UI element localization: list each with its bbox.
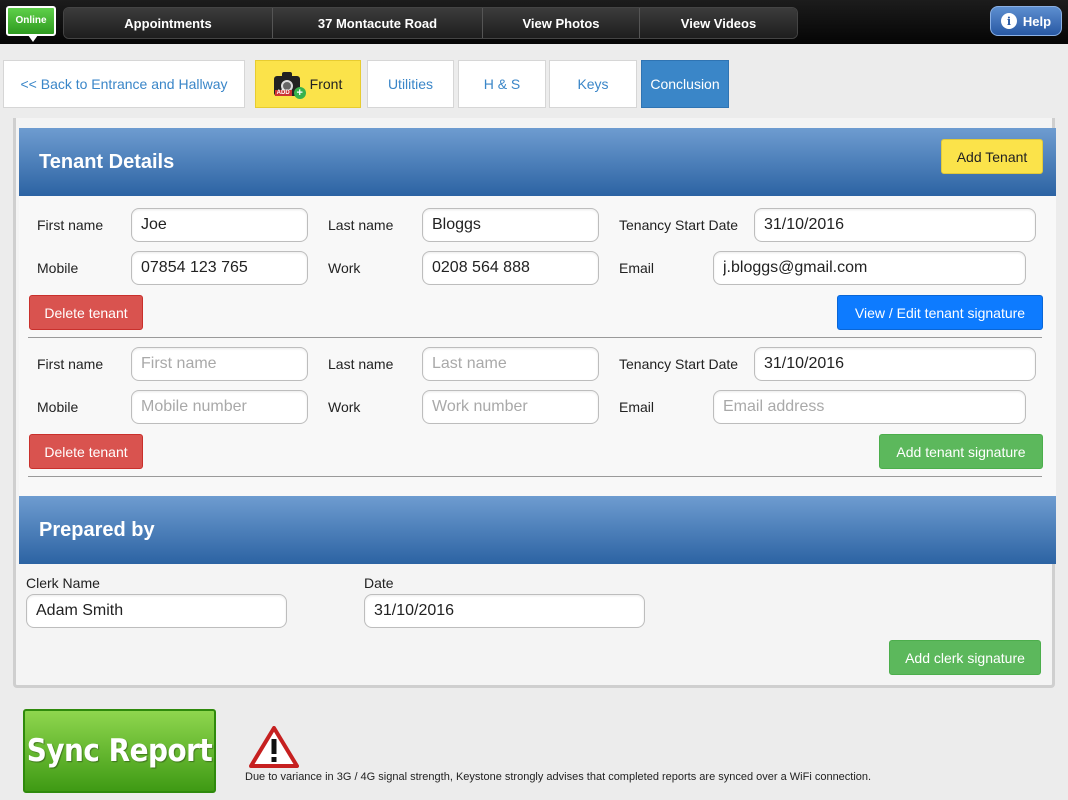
tenant-1-first-name-input[interactable] <box>131 208 308 242</box>
tenant-divider <box>28 337 1042 338</box>
tenant-2-delete-button[interactable]: Delete tenant <box>29 434 143 469</box>
tenant-1-delete-button[interactable]: Delete tenant <box>29 295 143 330</box>
tenant-2-work-input[interactable] <box>422 390 599 424</box>
tenancy-start-date-label: Tenancy Start Date <box>619 356 739 372</box>
tab-utilities[interactable]: Utilities <box>367 60 454 108</box>
tenant-details-header: Tenant Details <box>19 128 1056 196</box>
tenant-1-signature-button[interactable]: View / Edit tenant signature <box>837 295 1043 330</box>
conclusion-panel: Tenant Details Add Tenant First name Las… <box>13 118 1056 688</box>
add-photo-camera-icon: ADD + <box>273 71 306 99</box>
add-tenant-button[interactable]: Add Tenant <box>941 139 1043 174</box>
tenant-2-start-date-input[interactable] <box>754 347 1036 381</box>
tab-conclusion[interactable]: Conclusion <box>641 60 729 108</box>
first-name-label: First name <box>37 356 104 372</box>
date-input[interactable] <box>364 594 645 628</box>
tenant-list: First name Last name Tenancy Start Date … <box>19 196 1056 496</box>
nav-appointments[interactable]: Appointments <box>64 8 273 38</box>
date-label: Date <box>364 575 394 591</box>
work-label: Work <box>328 399 361 415</box>
online-status-badge: Online <box>6 6 56 42</box>
tenant-1-email-input[interactable] <box>713 251 1026 285</box>
warning-icon <box>249 726 299 768</box>
tenant-1-last-name-input[interactable] <box>422 208 599 242</box>
nav-address[interactable]: 37 Montacute Road <box>273 8 483 38</box>
nav-view-photos[interactable]: View Photos <box>483 8 640 38</box>
top-nav: Appointments 37 Montacute Road View Phot… <box>63 7 798 39</box>
last-name-label: Last name <box>328 356 394 372</box>
tenant-2-last-name-input[interactable] <box>422 347 599 381</box>
tenant-divider <box>28 476 1042 477</box>
tab-health-safety[interactable]: H & S <box>458 60 546 108</box>
first-name-label: First name <box>37 217 104 233</box>
prepared-by-header: Prepared by <box>19 496 1056 564</box>
sync-report-button[interactable]: Sync Report <box>23 709 216 793</box>
clerk-name-label: Clerk Name <box>26 575 100 591</box>
help-label: Help <box>1022 13 1052 29</box>
tenant-1-work-input[interactable] <box>422 251 599 285</box>
tenant-2-email-input[interactable] <box>713 390 1026 424</box>
tenant-2-mobile-input[interactable] <box>131 390 308 424</box>
tab-front-label: Front <box>309 76 343 92</box>
clerk-name-input[interactable] <box>26 594 287 628</box>
tenancy-start-date-label: Tenancy Start Date <box>619 217 739 233</box>
tenant-2-first-name-input[interactable] <box>131 347 308 381</box>
email-label: Email <box>619 399 655 415</box>
help-button[interactable]: i Help <box>990 6 1062 36</box>
tab-front[interactable]: ADD + Front <box>255 60 361 108</box>
tenant-1-start-date-input[interactable] <box>754 208 1036 242</box>
tenant-2-signature-button[interactable]: Add tenant signature <box>879 434 1043 469</box>
last-name-label: Last name <box>328 217 394 233</box>
info-icon: i <box>1000 13 1017 29</box>
mobile-label: Mobile <box>37 260 79 276</box>
email-label: Email <box>619 260 655 276</box>
tab-keys[interactable]: Keys <box>549 60 637 108</box>
top-bar: Online Appointments 37 Montacute Road Vi… <box>0 0 1068 44</box>
add-clerk-signature-button[interactable]: Add clerk signature <box>889 640 1041 675</box>
work-label: Work <box>328 260 361 276</box>
tenant-details-title: Tenant Details <box>39 150 175 173</box>
mobile-label: Mobile <box>37 399 79 415</box>
prepared-by-title: Prepared by <box>39 518 155 541</box>
tenant-1-mobile-input[interactable] <box>131 251 308 285</box>
back-to-entrance-link[interactable]: << Back to Entrance and Hallway <box>3 60 245 108</box>
wifi-sync-warning: Due to variance in 3G / 4G signal streng… <box>245 771 872 783</box>
nav-view-videos[interactable]: View Videos <box>640 8 797 38</box>
